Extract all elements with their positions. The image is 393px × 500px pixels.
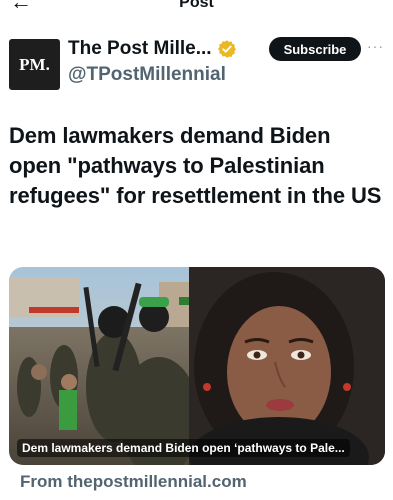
top-bar: ← Post — [0, 0, 393, 14]
page-title: Post — [179, 0, 214, 11]
user-handle[interactable]: @TPostMillennial — [68, 63, 226, 87]
avatar[interactable]: PM. — [9, 39, 60, 90]
more-horizontal-icon[interactable]: ··· — [367, 38, 384, 54]
author-row: PM. The Post Mille... @TPostMillennial S… — [9, 36, 385, 92]
subscribe-button[interactable]: Subscribe — [269, 37, 361, 61]
avatar-text: PM. — [19, 54, 50, 74]
post-text: Dem lawmakers demand Biden open "pathway… — [9, 123, 382, 208]
verified-badge-icon[interactable] — [217, 39, 237, 59]
display-name[interactable]: The Post Mille... — [68, 37, 212, 61]
link-source[interactable]: From thepostmillennial.com — [20, 472, 247, 492]
name-row: The Post Mille... — [68, 36, 237, 62]
link-card[interactable]: Dem lawmakers demand Biden open ‘pathway… — [9, 267, 385, 465]
card-caption: Dem lawmakers demand Biden open ‘pathway… — [17, 439, 350, 457]
card-image — [9, 267, 385, 465]
